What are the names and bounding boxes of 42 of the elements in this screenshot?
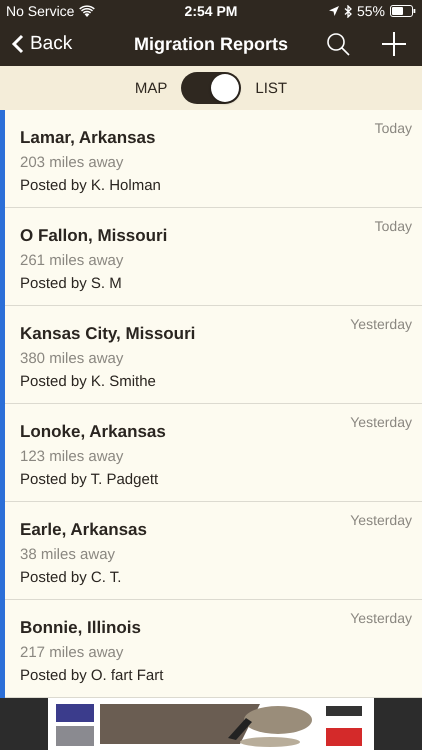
posted-by-text: Posted by K. Smithe	[20, 373, 157, 390]
list-label: LIST	[255, 80, 288, 96]
distance-text: 203 miles away	[20, 154, 124, 171]
posted-by-text: Posted by K. Holman	[20, 177, 161, 194]
back-button[interactable]: Back	[12, 33, 72, 55]
posted-by-text: Posted by S. M	[20, 275, 123, 292]
bluetooth-icon	[344, 4, 352, 18]
battery-percent-text: 55%	[356, 3, 386, 19]
date-text: Yesterday	[350, 512, 412, 530]
location-text: Bonnie, Illinois	[20, 618, 142, 638]
screen-title: Migration Reports	[134, 34, 288, 54]
date-text: Yesterday	[350, 414, 412, 432]
report-row[interactable]: O Fallon, Missouri 261 miles away Posted by S. M Today	[5, 208, 422, 306]
location-text: Lonoke, Arkansas	[20, 422, 166, 442]
posted-by-text: Posted by C. T.	[20, 569, 122, 586]
posted-by-text: Posted by T. Padgett	[20, 471, 160, 488]
report-row[interactable]: Earle, Arkansas 38 miles away Posted by C. T. Yesterday	[5, 502, 422, 600]
date-text: Yesterday	[350, 316, 412, 334]
posted-by-text: Posted by O. fart Fart	[20, 667, 164, 684]
date-text: Yesterday	[350, 610, 412, 628]
wifi-icon	[79, 5, 96, 17]
location-text: Lamar, Arkansas	[20, 128, 156, 148]
map-label: MAP	[134, 80, 168, 96]
battery-icon	[390, 5, 416, 17]
date-text: Today	[374, 218, 412, 236]
location-text: O Fallon, Missouri	[20, 226, 168, 246]
location-text: Earle, Arkansas	[20, 520, 147, 540]
distance-text: 217 miles away	[20, 644, 124, 661]
distance-text: 261 miles away	[20, 252, 124, 269]
view-toggle-switch[interactable]	[181, 72, 242, 104]
location-arrow-icon	[328, 6, 339, 16]
report-row[interactable]: Kansas City, Missouri 380 miles away Posted by K. Smithe Yesterday	[5, 306, 422, 404]
clock-text: 2:54 PM	[184, 3, 238, 19]
chevron-left-icon	[12, 34, 24, 54]
carrier-text: No Service	[6, 3, 74, 19]
report-row[interactable]: Lamar, Arkansas 203 miles away Posted by K. Holman Today	[5, 110, 422, 208]
date-text: Today	[374, 120, 412, 138]
distance-text: 123 miles away	[20, 448, 124, 465]
report-row[interactable]: Lonoke, Arkansas 123 miles away Posted by T. Padgett Yesterday	[5, 404, 422, 502]
distance-text: 38 miles away	[20, 546, 116, 563]
location-text: Kansas City, Missouri	[20, 324, 196, 344]
distance-text: 380 miles away	[20, 350, 124, 367]
